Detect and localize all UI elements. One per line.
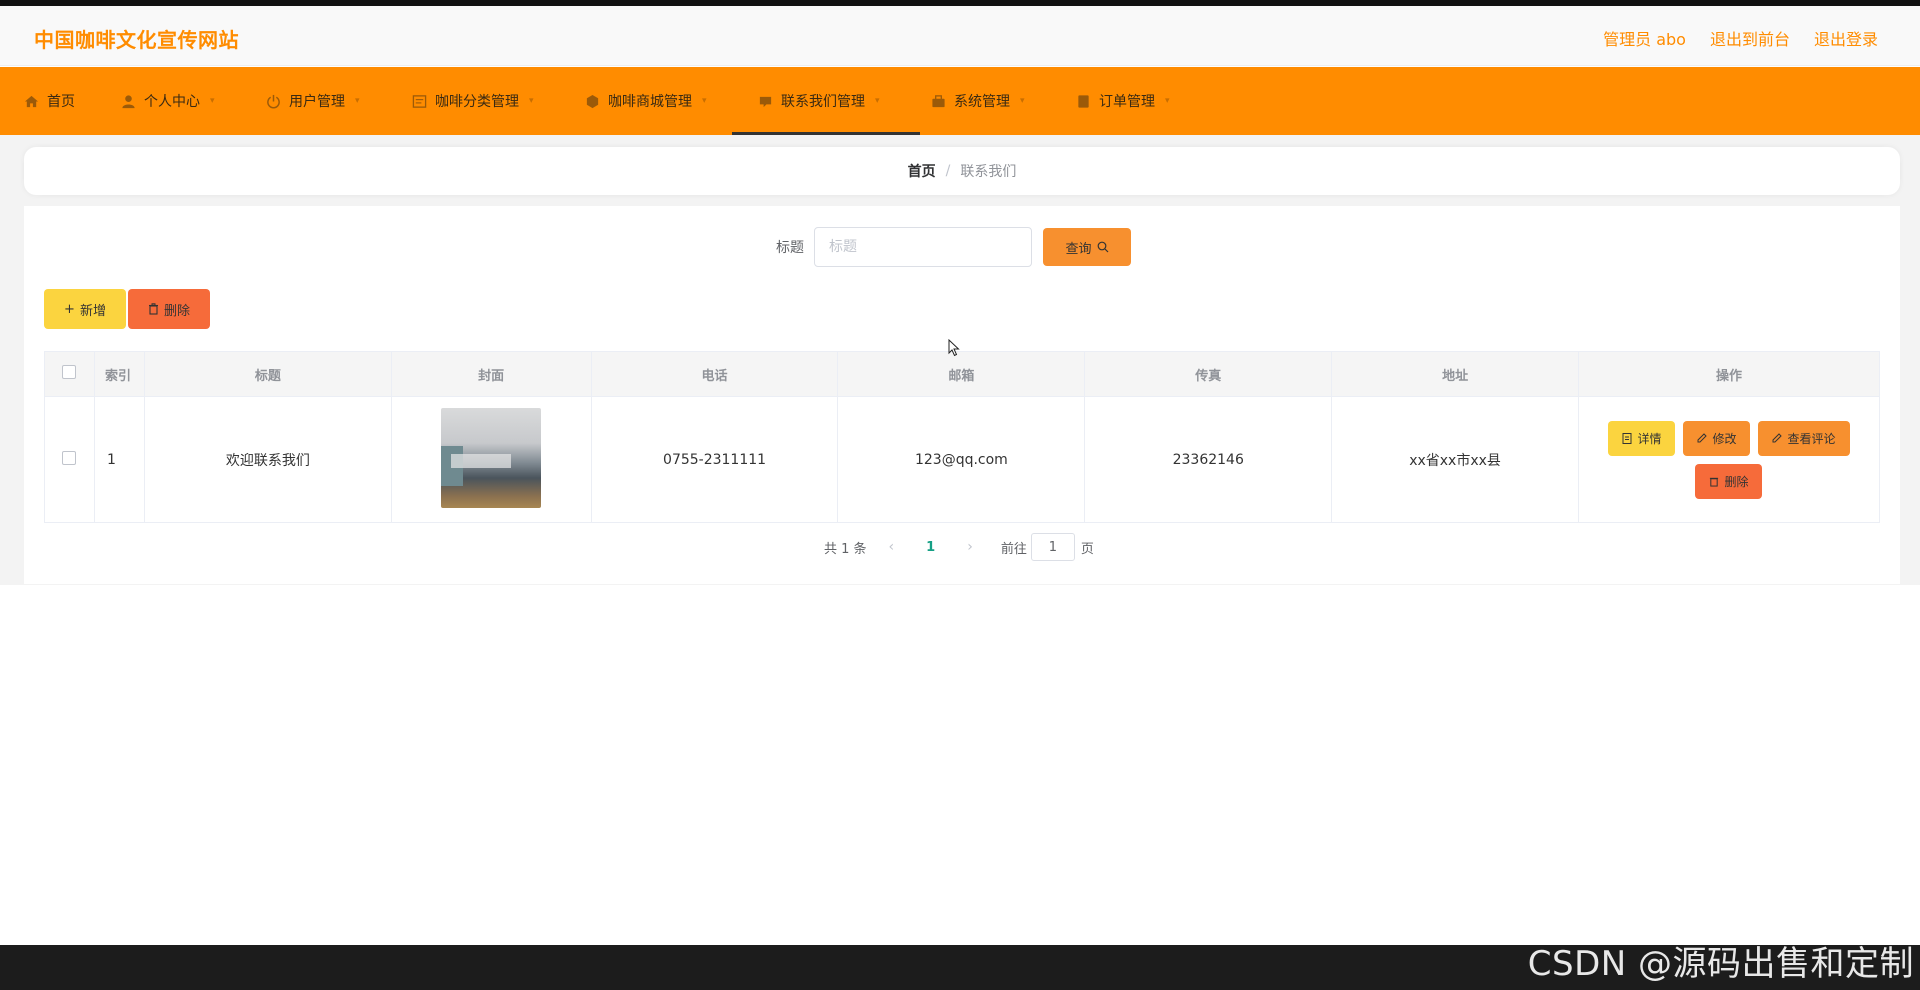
user-icon xyxy=(122,94,135,108)
col-cover: 封面 xyxy=(390,351,592,397)
nav-item-user-management[interactable]: 用户管理 ▾ xyxy=(266,67,360,135)
prev-page-icon[interactable]: ‹ xyxy=(879,539,905,555)
row-fax: 23362146 xyxy=(1084,396,1333,523)
nav-item-personal-center[interactable]: 个人中心 ▾ xyxy=(121,67,215,135)
nav-item-contact-management[interactable]: 联系我们管理 ▾ xyxy=(732,67,919,135)
chevron-down-icon: ▾ xyxy=(875,96,880,106)
table-row: 1 欢迎联系我们 0755-2311111 123@qq.com 2336214… xyxy=(44,396,1881,523)
top-header: 中国咖啡文化宣传网站 管理员 abo 退出到前台 退出登录 xyxy=(0,6,1920,66)
nav-item-home[interactable]: 首页 xyxy=(24,67,75,135)
breadcrumb-current: 联系我们 xyxy=(960,164,1017,180)
row-phone: 0755-2311111 xyxy=(590,396,839,523)
nav-item-coffee-shop[interactable]: 咖啡商城管理 ▾ xyxy=(585,67,707,135)
table-header-row: 索引 标题 封面 电话 邮箱 传真 地址 操作 xyxy=(44,351,1881,397)
mouse-cursor-icon xyxy=(948,339,960,357)
order-icon xyxy=(1078,94,1089,108)
breadcrumb-separator: / xyxy=(945,163,951,179)
power-icon xyxy=(267,94,280,108)
main-nav: 首页 个人中心 ▾ 用户管理 ▾ 咖啡分类管理 ▾ 咖啡商城管理 ▾ 联系我们管… xyxy=(0,67,1920,135)
select-all-cell xyxy=(44,351,95,397)
search-bar: 标题 查询 xyxy=(776,227,1131,267)
exit-to-frontend-link[interactable]: 退出到前台 xyxy=(1710,26,1790,50)
row-email: 123@qq.com xyxy=(837,396,1086,523)
document-icon xyxy=(1622,432,1632,444)
search-label: 标题 xyxy=(776,240,804,256)
next-page-icon[interactable]: › xyxy=(957,539,983,555)
nav-item-coffee-category[interactable]: 咖啡分类管理 ▾ xyxy=(412,67,534,135)
col-operations: 操作 xyxy=(1577,351,1881,397)
pager-total: 共 1 条 xyxy=(824,541,867,557)
chevron-down-icon: ▾ xyxy=(210,96,215,106)
row-index: 1 xyxy=(93,396,145,523)
col-phone: 电话 xyxy=(590,351,839,397)
site-title: 中国咖啡文化宣传网站 xyxy=(34,28,239,52)
action-toolbar: + 新增 删除 xyxy=(44,289,210,329)
col-email: 邮箱 xyxy=(837,351,1086,397)
select-all-checkbox[interactable] xyxy=(62,365,77,379)
row-checkbox[interactable] xyxy=(62,450,77,465)
view-comments-button[interactable]: 查看评论 xyxy=(1758,420,1850,456)
nav-item-system[interactable]: 系统管理 ▾ xyxy=(931,67,1025,135)
search-icon xyxy=(1097,241,1108,253)
row-operations: 详情 修改 查看评论 删除 xyxy=(1577,396,1881,523)
goto-page-input[interactable] xyxy=(1030,533,1075,561)
trash-icon xyxy=(1710,477,1719,487)
contact-table: 索引 标题 封面 电话 邮箱 传真 地址 操作 1 欢迎联系我们 0755-23… xyxy=(44,351,1881,523)
edit-button[interactable]: 修改 xyxy=(1683,420,1751,456)
cover-image[interactable] xyxy=(441,407,542,508)
title-search-input[interactable] xyxy=(814,227,1032,267)
detail-button[interactable]: 详情 xyxy=(1608,420,1676,456)
row-address: xx省xx市xx县 xyxy=(1331,396,1579,523)
col-index: 索引 xyxy=(93,351,145,397)
edit-icon xyxy=(1697,433,1708,443)
row-cover-cell xyxy=(390,396,592,523)
batch-delete-button[interactable]: 删除 xyxy=(128,289,210,329)
goto-label: 前往 xyxy=(1000,541,1027,557)
home-icon xyxy=(24,95,39,107)
contact-icon xyxy=(759,96,772,107)
row-title: 欢迎联系我们 xyxy=(143,396,392,523)
chevron-down-icon: ▾ xyxy=(529,96,534,106)
edit-icon xyxy=(1772,433,1783,443)
nav-item-order[interactable]: 订单管理 ▾ xyxy=(1076,67,1170,135)
col-fax: 传真 xyxy=(1084,351,1333,397)
breadcrumb-home[interactable]: 首页 xyxy=(908,161,936,181)
col-title: 标题 xyxy=(143,351,392,397)
admin-user-link[interactable]: 管理员 abo xyxy=(1603,26,1686,50)
chevron-down-icon: ▾ xyxy=(702,96,707,106)
page-number[interactable]: 1 xyxy=(916,540,945,555)
row-select-cell xyxy=(44,396,95,523)
category-icon xyxy=(412,94,427,108)
system-icon xyxy=(932,94,945,107)
row-delete-button[interactable]: 删除 xyxy=(1695,463,1763,499)
watermark: CSDN @源码出售和定制 xyxy=(1527,944,1914,984)
breadcrumb: 首页 / 联系我们 xyxy=(24,147,1900,195)
add-button[interactable]: + 新增 xyxy=(44,289,126,329)
shop-icon xyxy=(586,94,599,108)
logout-link[interactable]: 退出登录 xyxy=(1814,26,1878,50)
chevron-down-icon: ▾ xyxy=(1165,96,1170,106)
query-button[interactable]: 查询 xyxy=(1043,228,1131,266)
plus-icon: + xyxy=(64,301,75,317)
chevron-down-icon: ▾ xyxy=(355,96,360,106)
header-links: 管理员 abo 退出到前台 退出登录 xyxy=(1603,26,1878,50)
page-unit: 页 xyxy=(1080,541,1094,557)
trash-icon xyxy=(148,303,158,315)
col-address: 地址 xyxy=(1331,351,1579,397)
pagination: 共 1 条 ‹ 1 › 前往 页 xyxy=(824,533,1094,561)
chevron-down-icon: ▾ xyxy=(1020,96,1025,106)
